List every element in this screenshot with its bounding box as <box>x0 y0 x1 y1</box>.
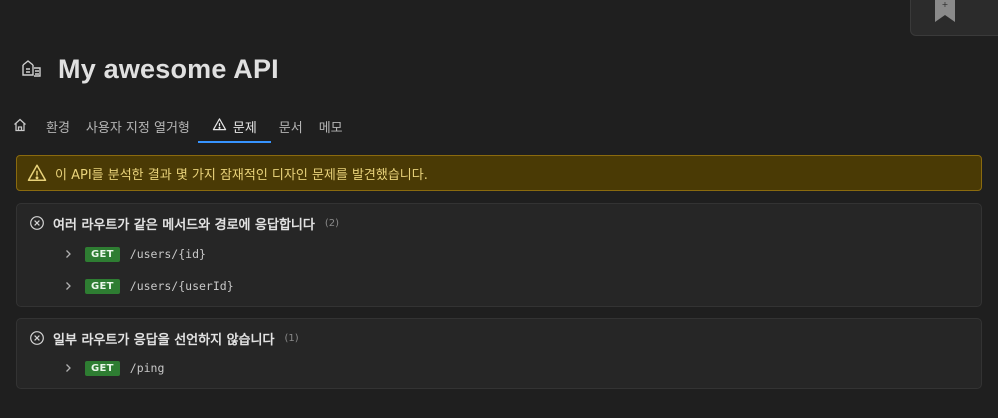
circle-x-icon <box>30 216 44 230</box>
tab-custom-enums[interactable]: 사용자 지정 열거형 <box>78 113 198 143</box>
issue-count: (1) <box>284 332 299 344</box>
route-path: /ping <box>129 361 165 375</box>
issue-header: 일부 라우트가 응답을 선언하지 않습니다 (1) <box>29 328 299 348</box>
tab-label: 메모 <box>318 121 343 136</box>
warning-text: 이 API를 분석한 결과 몇 가지 잠재적인 디자인 문제를 발견했습니다. <box>55 167 428 183</box>
method-badge: GET <box>85 360 120 376</box>
chevron-right-icon[interactable] <box>63 249 73 259</box>
issue-count: (2) <box>324 217 340 229</box>
tab-environments[interactable]: 환경 <box>38 113 78 143</box>
corner-panel[interactable]: + <box>910 0 998 36</box>
route-path: /users/{id} <box>129 247 206 261</box>
page: + My awesome API 환경 사용자 지정 열거형 문제 문서 메모 … <box>0 0 998 418</box>
route-item[interactable]: GET /users/{id} <box>63 244 206 264</box>
tab-notes[interactable]: 메모 <box>311 113 351 143</box>
route-path: /users/{userId} <box>129 279 234 293</box>
warning-icon <box>27 164 47 181</box>
home-icon <box>14 118 26 132</box>
method-badge: GET <box>85 278 120 294</box>
tab-bar: 환경 사용자 지정 열거형 문제 문서 메모 <box>10 113 351 143</box>
method-badge: GET <box>85 246 120 262</box>
tab-home[interactable] <box>10 113 38 143</box>
chevron-right-icon[interactable] <box>63 281 73 291</box>
tab-label: 사용자 지정 열거형 <box>85 121 190 136</box>
page-title: My awesome API <box>58 53 279 84</box>
tab-label: 문제 <box>232 121 257 136</box>
tab-label: 문서 <box>278 121 303 136</box>
warning-icon <box>212 118 227 131</box>
issue-title: 일부 라우트가 응답을 선언하지 않습니다 <box>53 332 275 348</box>
route-item[interactable]: GET /users/{userId} <box>63 276 234 296</box>
issue-header: 여러 라우트가 같은 메서드와 경로에 응답합니다 (2) <box>29 213 339 233</box>
route-item[interactable]: GET /ping <box>63 358 164 378</box>
chevron-right-icon[interactable] <box>63 363 73 373</box>
warning-banner: 이 API를 분석한 결과 몇 가지 잠재적인 디자인 문제를 발견했습니다. <box>16 155 982 191</box>
issue-card: 여러 라우트가 같은 메서드와 경로에 응답합니다 (2) GET /users… <box>16 203 982 307</box>
issue-title: 여러 라우트가 같은 메서드와 경로에 응답합니다 <box>53 217 315 233</box>
page-header: My awesome API <box>20 52 279 86</box>
tab-problems[interactable]: 문제 <box>197 113 271 143</box>
svg-text:+: + <box>942 0 949 9</box>
bookmark-icon[interactable]: + <box>935 0 955 22</box>
api-icon <box>22 60 41 77</box>
tab-label: 환경 <box>46 121 70 136</box>
issue-card: 일부 라우트가 응답을 선언하지 않습니다 (1) GET /ping <box>16 318 982 389</box>
circle-x-icon <box>30 331 44 345</box>
tab-docs[interactable]: 문서 <box>271 113 311 143</box>
